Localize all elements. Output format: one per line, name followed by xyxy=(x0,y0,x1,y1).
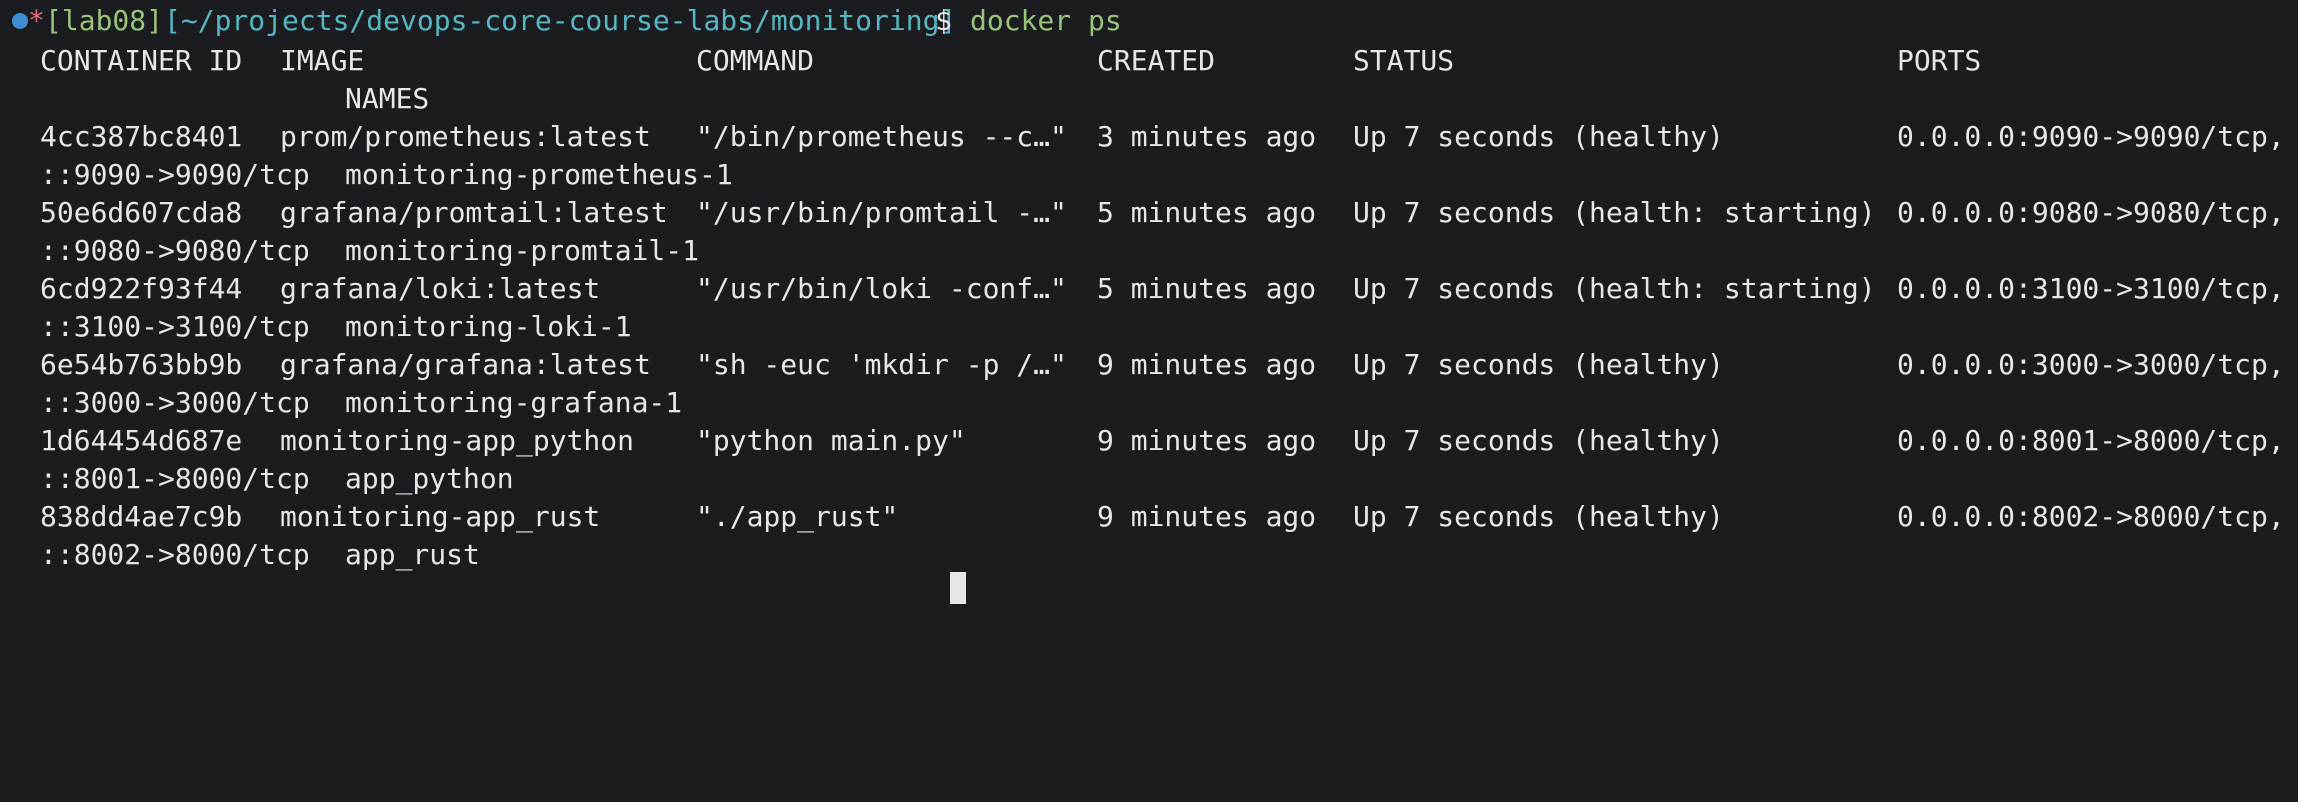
container-status: Up 7 seconds (health: starting) xyxy=(1353,272,1876,305)
created-time: 9 minutes ago xyxy=(1097,500,1317,533)
image-name: prom/prometheus:latest xyxy=(280,120,651,153)
container-id: 4cc387bc8401 xyxy=(40,120,243,153)
prompt-branch: [lab08] xyxy=(45,4,164,37)
container-status: Up 7 seconds (healthy) xyxy=(1353,120,1724,153)
container-ports: 0.0.0.0:8001->8000/tcp, : xyxy=(1897,424,2298,457)
container-ports-cont: ::3000->3000/tcp xyxy=(40,386,310,419)
container-status: Up 7 seconds (healthy) xyxy=(1353,424,1724,457)
container-ports-cont: ::3100->3100/tcp xyxy=(40,310,310,343)
container-id: 50e6d607cda8 xyxy=(40,196,243,229)
container-command: "sh -euc 'mkdir -p /…" xyxy=(696,348,1067,381)
container-name: monitoring-grafana-1 xyxy=(345,386,683,419)
image-name: grafana/loki:latest xyxy=(280,272,601,305)
container-command: "python main.py" xyxy=(696,424,966,457)
prompt-dirty-marker: * xyxy=(28,4,45,37)
header-ports: PORTS xyxy=(1897,44,1982,77)
container-id: 6e54b763bb9b xyxy=(40,348,243,381)
table-row-wrap: ::3100->3100/tcp monitoring-loki-1 xyxy=(0,308,2298,346)
created-time: 5 minutes ago xyxy=(1097,196,1317,229)
container-id: 1d64454d687e xyxy=(40,424,243,457)
container-status: Up 7 seconds (health: starting) xyxy=(1353,196,1876,229)
container-ports-cont: ::9080->9080/tcp xyxy=(40,234,310,267)
container-ports-cont: ::8002->8000/tcp xyxy=(40,538,310,571)
container-ports-cont: ::9090->9090/tcp xyxy=(40,158,310,191)
created-time: 5 minutes ago xyxy=(1097,272,1317,305)
header-names: NAMES xyxy=(345,82,430,115)
prompt-path: [~/projects/devops-core-course-labs/moni… xyxy=(164,4,957,37)
table-row-wrap: ::9080->9080/tcp monitoring-promtail-1 xyxy=(0,232,2298,270)
container-ports: 0.0.0.0:3000->3000/tcp, : xyxy=(1897,348,2298,381)
container-ports: 0.0.0.0:8002->8000/tcp, : xyxy=(1897,500,2298,533)
table-row-wrap: ::8002->8000/tcp app_rust xyxy=(0,536,2298,574)
header-container-id: CONTAINER ID xyxy=(40,44,243,77)
terminal-cursor xyxy=(950,572,966,604)
container-command: "/bin/prometheus --c…" xyxy=(696,120,1067,153)
container-command: "/usr/bin/promtail -…" xyxy=(696,196,1067,229)
header-created: CREATED xyxy=(1097,44,1216,77)
prompt-line: * [lab08] [~/projects/devops-core-course… xyxy=(0,2,2298,40)
header-image: IMAGE xyxy=(280,44,365,77)
header-row-wrap: NAMES xyxy=(0,80,2298,118)
container-status: Up 7 seconds (healthy) xyxy=(1353,348,1724,381)
table-row: 4cc387bc8401 prom/prometheus:latest "/bi… xyxy=(0,118,2298,156)
created-time: 9 minutes ago xyxy=(1097,348,1317,381)
table-row: 1d64454d687e monitoring-app_python "pyth… xyxy=(0,422,2298,460)
header-command: COMMAND xyxy=(696,44,815,77)
container-name: app_rust xyxy=(345,538,480,571)
table-row: 6cd922f93f44 grafana/loki:latest "/usr/b… xyxy=(0,270,2298,308)
container-status: Up 7 seconds (healthy) xyxy=(1353,500,1724,533)
created-time: 9 minutes ago xyxy=(1097,424,1317,457)
container-id: 6cd922f93f44 xyxy=(40,272,243,305)
table-row: 6e54b763bb9b grafana/grafana:latest "sh … xyxy=(0,346,2298,384)
container-name: monitoring-promtail-1 xyxy=(345,234,700,267)
table-row: 838dd4ae7c9b monitoring-app_rust "./app_… xyxy=(0,498,2298,536)
table-row-wrap: ::8001->8000/tcp app_python xyxy=(0,460,2298,498)
table-row: 50e6d607cda8 grafana/promtail:latest "/u… xyxy=(0,194,2298,232)
prompt-dollar: $ xyxy=(935,4,952,37)
container-name: monitoring-loki-1 xyxy=(345,310,632,343)
terminal-window[interactable]: * [lab08] [~/projects/devops-core-course… xyxy=(0,0,2298,604)
image-name: grafana/promtail:latest xyxy=(280,196,668,229)
table-row-wrap: ::3000->3000/tcp monitoring-grafana-1 xyxy=(0,384,2298,422)
image-name: monitoring-app_rust xyxy=(280,500,601,533)
container-command: "/usr/bin/loki -conf…" xyxy=(696,272,1067,305)
container-ports: 0.0.0.0:9080->9080/tcp, : xyxy=(1897,196,2298,229)
status-dot-icon xyxy=(12,13,28,29)
container-ports-cont: ::8001->8000/tcp xyxy=(40,462,310,495)
table-row-wrap: ::9090->9090/tcp monitoring-prometheus-1 xyxy=(0,156,2298,194)
container-name: app_python xyxy=(345,462,514,495)
created-time: 3 minutes ago xyxy=(1097,120,1317,153)
container-ports: 0.0.0.0:9090->9090/tcp, : xyxy=(1897,120,2298,153)
header-status: STATUS xyxy=(1353,44,1455,77)
container-ports: 0.0.0.0:3100->3100/tcp, : xyxy=(1897,272,2298,305)
header-row: CONTAINER ID IMAGE COMMAND CREATED STATU… xyxy=(0,42,2298,80)
prompt-command: docker ps xyxy=(970,4,1122,37)
image-name: grafana/grafana:latest xyxy=(280,348,651,381)
container-name: monitoring-prometheus-1 xyxy=(345,158,733,191)
image-name: monitoring-app_python xyxy=(280,424,635,457)
container-command: "./app_rust" xyxy=(696,500,899,533)
container-id: 838dd4ae7c9b xyxy=(40,500,243,533)
